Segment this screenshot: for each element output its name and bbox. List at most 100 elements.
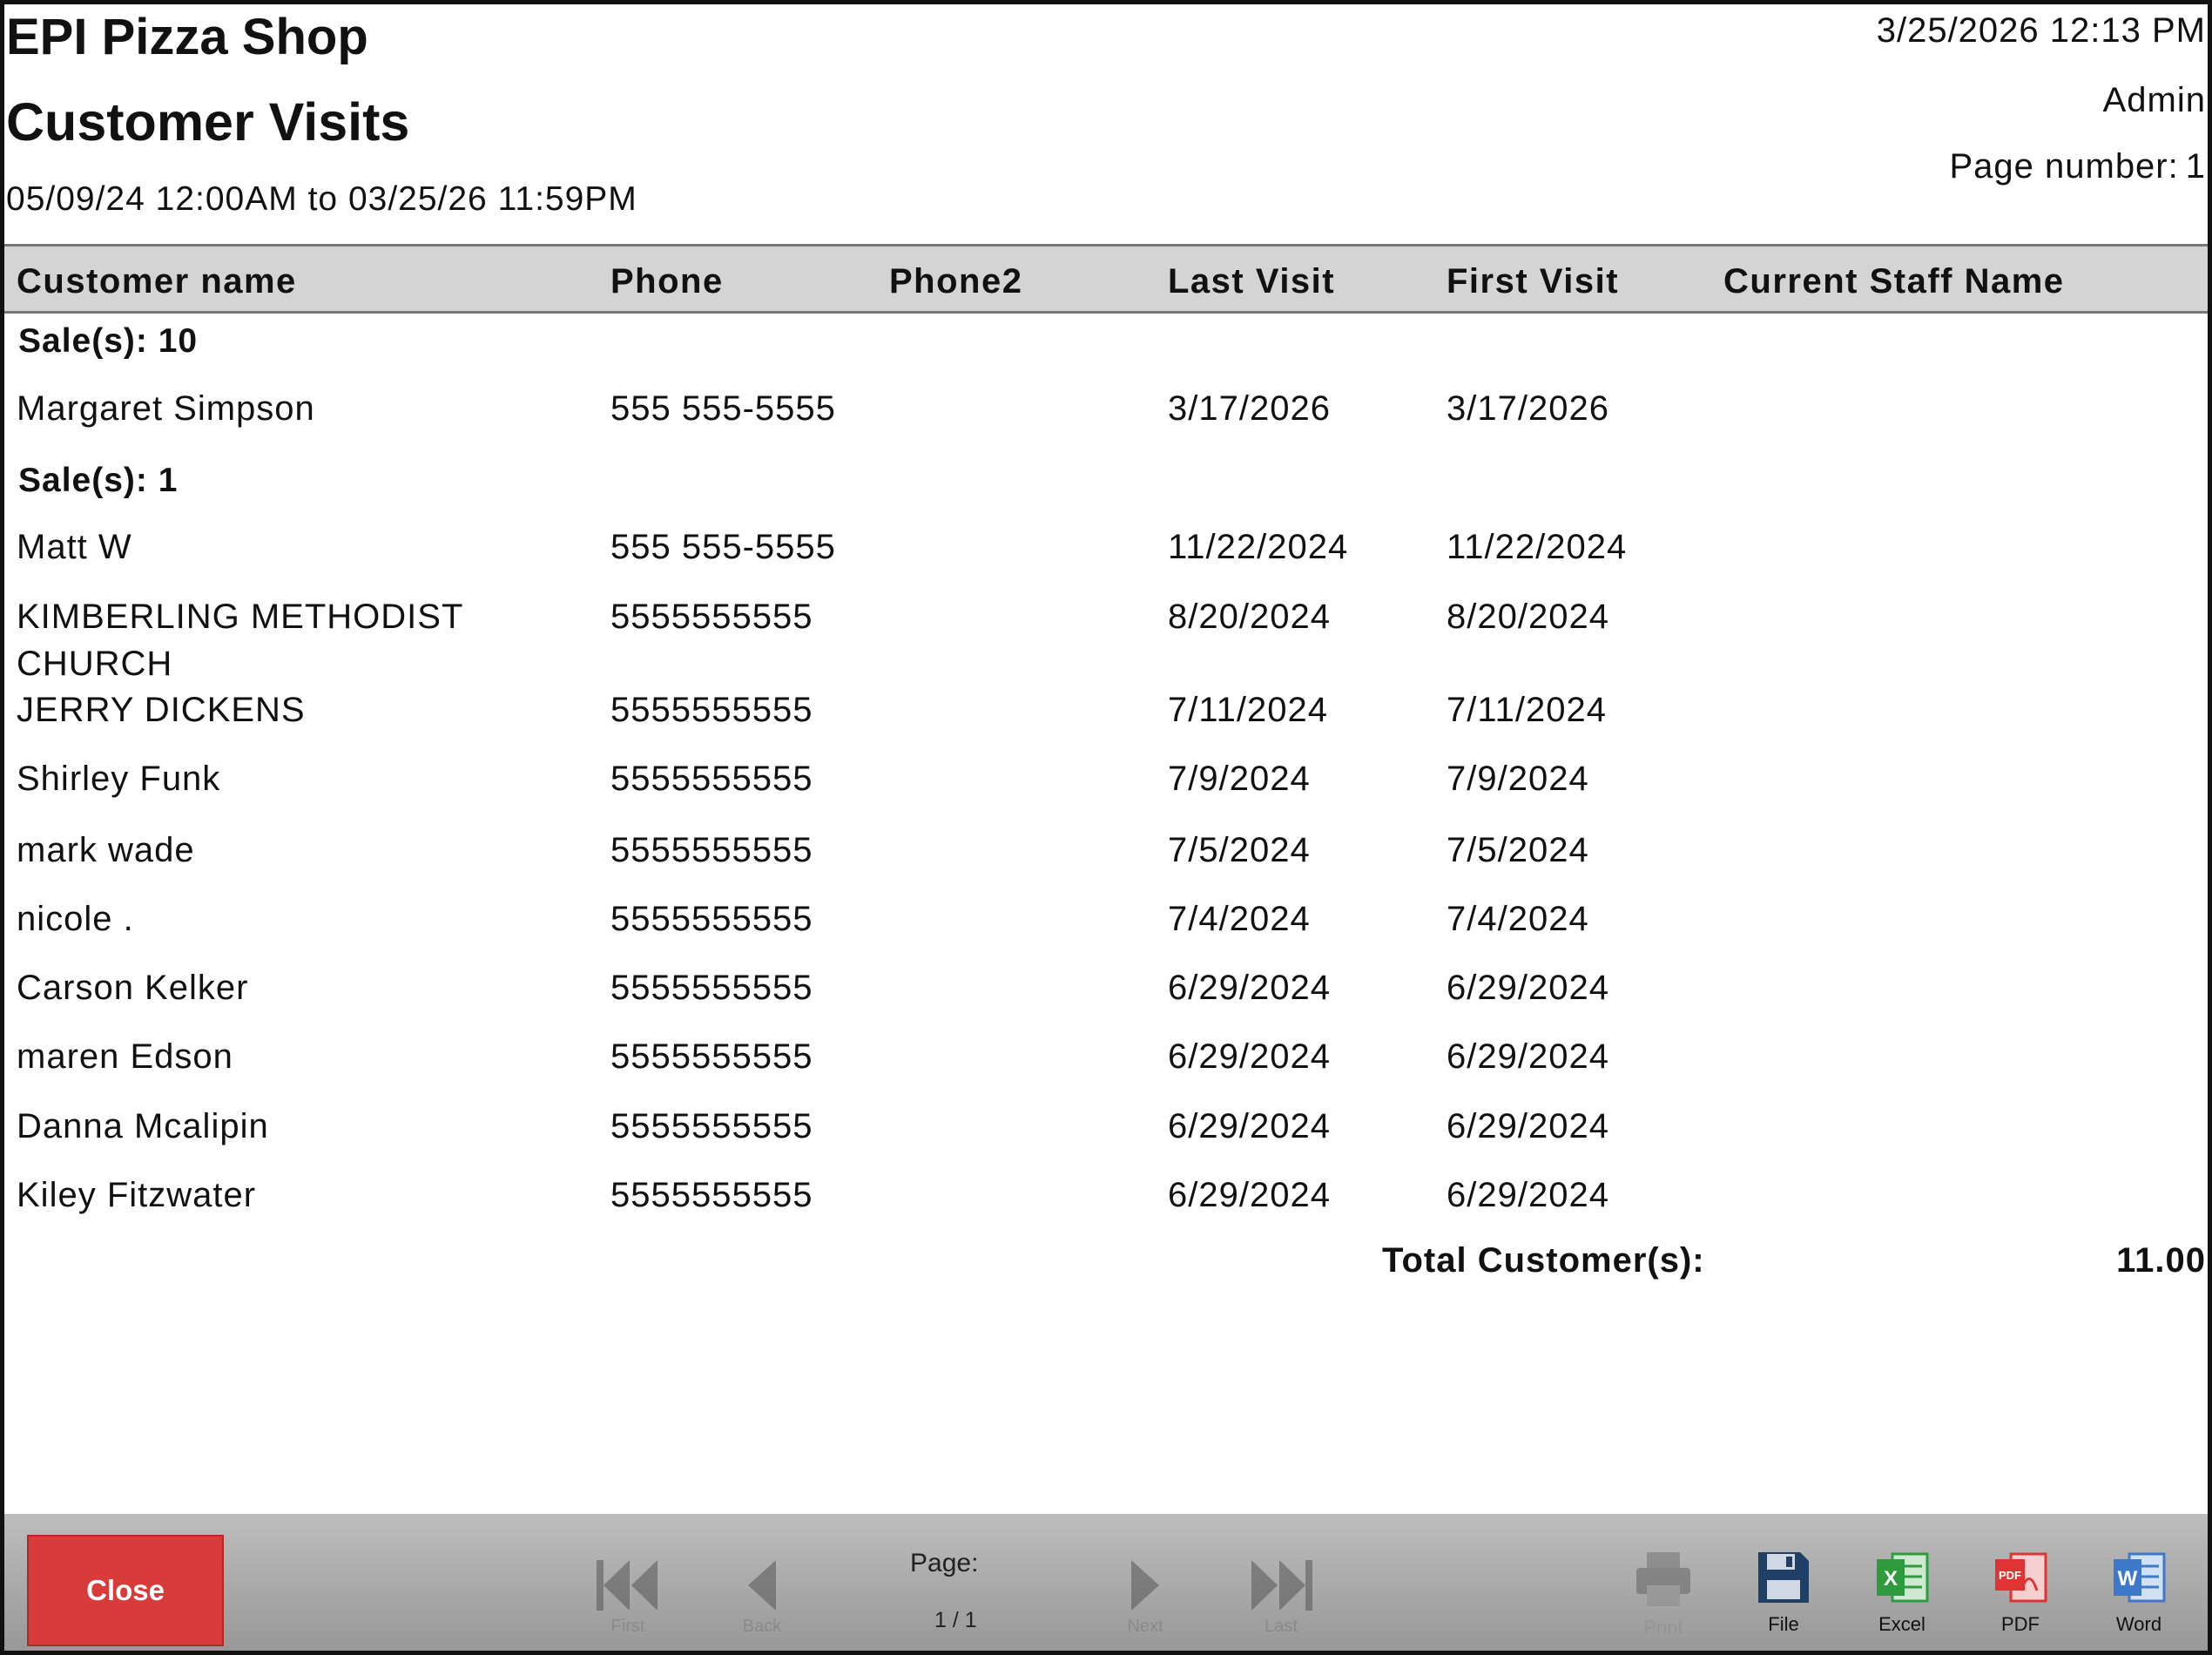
cell-name: Kiley Fitzwater xyxy=(17,1176,257,1214)
save-file-label: File xyxy=(1768,1613,1799,1635)
page-number-value: 1 xyxy=(2185,147,2206,186)
cell-last-visit: 3/17/2026 xyxy=(1168,389,1331,428)
shop-name: EPI Pizza Shop xyxy=(6,9,368,65)
table-row: Carson Kelker 5555555555 6/29/2024 6/29/… xyxy=(4,964,2208,1030)
cell-first-visit: 7/5/2024 xyxy=(1447,831,1589,869)
cell-name: maren Edson xyxy=(17,1037,233,1076)
table-row: mark wade 5555555555 7/5/2024 7/5/2024 xyxy=(4,827,2208,893)
group-label: Sale(s): 1 xyxy=(18,462,179,499)
close-button[interactable]: Close xyxy=(27,1535,224,1646)
export-word-label: Word xyxy=(2115,1613,2162,1635)
export-word-button[interactable]: W Word xyxy=(2100,1549,2178,1651)
cell-phone: 5555555555 xyxy=(610,1107,813,1145)
cell-first-visit: 6/29/2024 xyxy=(1447,1037,1609,1076)
page-number: Page number: 1 xyxy=(1942,147,2206,186)
cell-last-visit: 6/29/2024 xyxy=(1168,1037,1331,1076)
date-range: 05/09/24 12:00AM to 03/25/26 11:59PM xyxy=(6,180,637,218)
col-customer-name: Customer name xyxy=(17,262,297,301)
svg-text:X: X xyxy=(1884,1567,1898,1591)
cell-phone: 5555555555 xyxy=(610,969,813,1007)
word-icon: W xyxy=(2114,1552,2166,1603)
last-page-button[interactable] xyxy=(1238,1550,1325,1620)
last-page-label: Last xyxy=(1264,1617,1298,1636)
cell-first-visit: 11/22/2024 xyxy=(1447,528,1628,566)
cell-phone: 5555555555 xyxy=(610,760,813,798)
table-row: KIMBERLING METHODIST CHURCH 5555555555 8… xyxy=(4,593,2208,689)
total-customers-label: Total Customer(s): xyxy=(1382,1241,1705,1280)
cell-first-visit: 7/11/2024 xyxy=(1447,691,1607,729)
cell-first-visit: 7/9/2024 xyxy=(1447,760,1589,798)
total-customers-value: 11.00 xyxy=(2116,1241,2206,1280)
cell-first-visit: 6/29/2024 xyxy=(1447,969,1609,1007)
next-page-label: Next xyxy=(1127,1617,1163,1636)
cell-name: nicole . xyxy=(17,900,134,938)
report-datetime: 3/25/2026 12:13 PM xyxy=(1876,11,2206,50)
export-pdf-label: PDF xyxy=(2001,1613,2040,1635)
cell-last-visit: 7/5/2024 xyxy=(1168,831,1311,869)
report-title: Customer Visits xyxy=(6,92,410,152)
cell-last-visit: 6/29/2024 xyxy=(1168,1107,1331,1145)
cell-last-visit: 7/11/2024 xyxy=(1168,691,1328,729)
cell-last-visit: 7/9/2024 xyxy=(1168,760,1311,798)
previous-page-icon xyxy=(748,1560,776,1611)
save-file-icon xyxy=(1758,1552,1809,1603)
cell-first-visit: 6/29/2024 xyxy=(1447,1176,1609,1214)
cell-name: mark wade xyxy=(17,831,195,869)
cell-phone: 5555555555 xyxy=(610,831,813,869)
table-row: Shirley Funk 5555555555 7/9/2024 7/9/202… xyxy=(4,755,2208,821)
pager-value: 1 / 1 xyxy=(934,1608,977,1632)
cell-phone: 555 555-5555 xyxy=(610,528,836,566)
cell-last-visit: 6/29/2024 xyxy=(1168,1176,1331,1214)
col-phone: Phone xyxy=(610,262,724,301)
table-row: JERRY DICKENS 5555555555 7/11/2024 7/11/… xyxy=(4,686,2208,753)
table-row: Kiley Fitzwater 5555555555 6/29/2024 6/2… xyxy=(4,1172,2208,1238)
cell-phone: 5555555555 xyxy=(610,598,813,636)
col-first-visit: First Visit xyxy=(1447,262,1620,301)
previous-page-label: Back xyxy=(742,1617,782,1636)
export-excel-label: Excel xyxy=(1878,1613,1925,1635)
cell-last-visit: 8/20/2024 xyxy=(1168,598,1331,636)
col-last-visit: Last Visit xyxy=(1168,262,1336,301)
cell-first-visit: 3/17/2026 xyxy=(1447,389,1609,428)
print-button[interactable]: Print xyxy=(1624,1549,1703,1651)
report-user: Admin xyxy=(2102,81,2206,119)
export-excel-button[interactable]: X Excel xyxy=(1863,1549,1941,1651)
cell-name: Shirley Funk xyxy=(17,760,221,798)
svg-text:PDF: PDF xyxy=(1999,1569,2021,1582)
previous-page-button[interactable] xyxy=(718,1550,806,1620)
report-window: EPI Pizza Shop Customer Visits 05/09/24 … xyxy=(0,0,2212,1655)
table-header: Customer name Phone Phone2 Last Visit Fi… xyxy=(4,244,2208,314)
first-page-button[interactable] xyxy=(584,1550,671,1620)
table-row: Matt W 555 555-5555 11/22/2024 11/22/202… xyxy=(4,524,2208,590)
col-current-staff: Current Staff Name xyxy=(1723,262,2065,301)
next-page-button[interactable] xyxy=(1102,1550,1189,1620)
cell-last-visit: 7/4/2024 xyxy=(1168,900,1311,938)
table-row: maren Edson 5555555555 6/29/2024 6/29/20… xyxy=(4,1033,2208,1099)
cell-first-visit: 8/20/2024 xyxy=(1447,598,1609,636)
svg-text:W: W xyxy=(2118,1567,2138,1591)
cell-last-visit: 11/22/2024 xyxy=(1168,528,1349,566)
group-label: Sale(s): 10 xyxy=(18,322,199,360)
table-row: nicole . 5555555555 7/4/2024 7/4/2024 xyxy=(4,895,2208,962)
first-page-icon xyxy=(597,1560,658,1611)
pdf-icon: PDF xyxy=(1995,1552,2047,1603)
cell-phone: 5555555555 xyxy=(610,691,813,729)
cell-name: KIMBERLING METHODIST CHURCH xyxy=(17,598,463,683)
cell-last-visit: 6/29/2024 xyxy=(1168,969,1331,1007)
cell-phone: 5555555555 xyxy=(610,1037,813,1076)
first-page-label: First xyxy=(610,1617,645,1636)
next-page-icon xyxy=(1131,1560,1159,1611)
cell-name: Danna Mcalipin xyxy=(17,1107,269,1145)
cell-name: Matt W xyxy=(17,528,132,566)
last-page-icon xyxy=(1251,1560,1312,1611)
report-toolbar: Close First Back Page: 1 / 1 Next Last P… xyxy=(4,1514,2208,1651)
cell-first-visit: 6/29/2024 xyxy=(1447,1107,1609,1145)
cell-first-visit: 7/4/2024 xyxy=(1447,900,1589,938)
pager-label: Page: xyxy=(910,1549,979,1577)
cell-name: JERRY DICKENS xyxy=(17,691,306,729)
cell-phone: 5555555555 xyxy=(610,900,813,938)
cell-phone: 5555555555 xyxy=(610,1176,813,1214)
cell-name: Carson Kelker xyxy=(17,969,249,1007)
save-file-button[interactable]: File xyxy=(1744,1549,1823,1651)
export-pdf-button[interactable]: PDF PDF xyxy=(1981,1549,2060,1651)
